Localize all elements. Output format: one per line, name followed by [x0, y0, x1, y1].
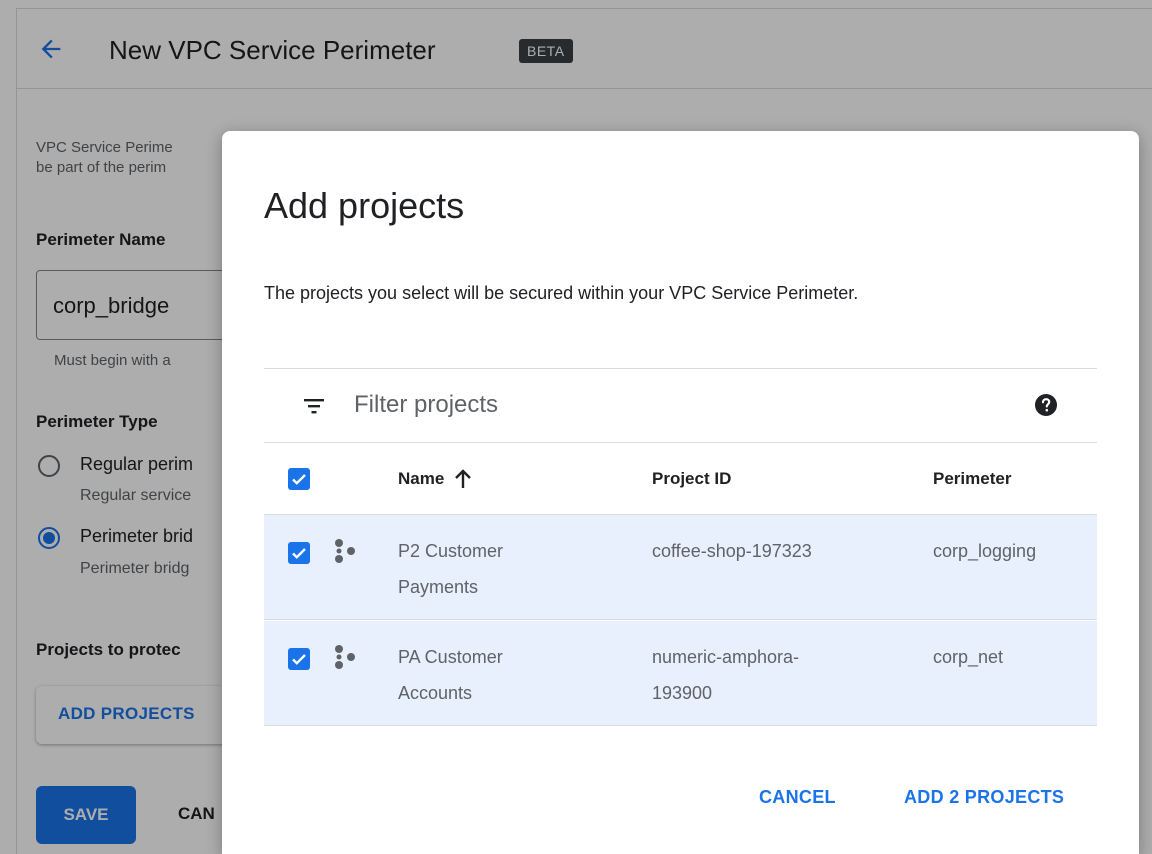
- help-icon[interactable]: [1034, 393, 1058, 417]
- table-row[interactable]: P2 Customer Payments coffee-shop-197323 …: [264, 515, 1097, 620]
- filter-icon[interactable]: [304, 396, 324, 416]
- project-icon: [335, 645, 355, 669]
- project-icon: [335, 539, 355, 563]
- project-name-line: P2 Customer: [398, 541, 504, 561]
- project-name-cell: P2 Customer Payments: [398, 533, 503, 605]
- column-header-project-id[interactable]: Project ID: [652, 469, 731, 489]
- perimeter-cell: corp_logging: [933, 541, 1037, 561]
- project-id-cell: coffee-shop-197323: [652, 533, 812, 569]
- row-checkbox[interactable]: [288, 542, 310, 564]
- dialog-title: Add projects: [264, 185, 465, 226]
- arrow-up-icon[interactable]: [454, 469, 472, 489]
- project-id-line: coffee-shop-197323: [652, 541, 812, 561]
- select-all-checkbox[interactable]: [288, 468, 310, 490]
- column-header-perimeter[interactable]: Perimeter: [933, 469, 1011, 489]
- check-icon: [292, 654, 306, 665]
- check-icon: [292, 474, 306, 485]
- table-header-row: Name Project ID Perimeter: [264, 443, 1097, 515]
- column-header-name[interactable]: Name: [398, 469, 444, 489]
- project-name-line: Accounts: [398, 683, 473, 703]
- project-name-line: PA Customer: [398, 647, 503, 667]
- table-row[interactable]: PA Customer Accounts numeric-amphora- 19…: [264, 621, 1097, 726]
- project-id-cell: numeric-amphora- 193900: [652, 639, 799, 711]
- add-projects-dialog: Add projects The projects you select wil…: [222, 131, 1139, 854]
- dialog-description: The projects you select will be secured …: [264, 283, 859, 303]
- add-projects-confirm-button[interactable]: ADD 2 PROJECTS: [904, 787, 1064, 808]
- project-id-line: 193900: [652, 683, 713, 703]
- project-name-cell: PA Customer Accounts: [398, 639, 503, 711]
- check-icon: [292, 548, 306, 559]
- projects-table: Filter projects Name Project ID Perimete…: [264, 368, 1097, 726]
- project-id-line: numeric-amphora-: [652, 647, 800, 667]
- filter-bar: Filter projects: [264, 369, 1097, 443]
- dialog-cancel-button[interactable]: CANCEL: [759, 787, 836, 808]
- filter-input[interactable]: Filter projects: [354, 391, 498, 419]
- row-checkbox[interactable]: [288, 648, 310, 670]
- perimeter-cell: corp_net: [933, 647, 1004, 667]
- project-name-line: Payments: [398, 577, 479, 597]
